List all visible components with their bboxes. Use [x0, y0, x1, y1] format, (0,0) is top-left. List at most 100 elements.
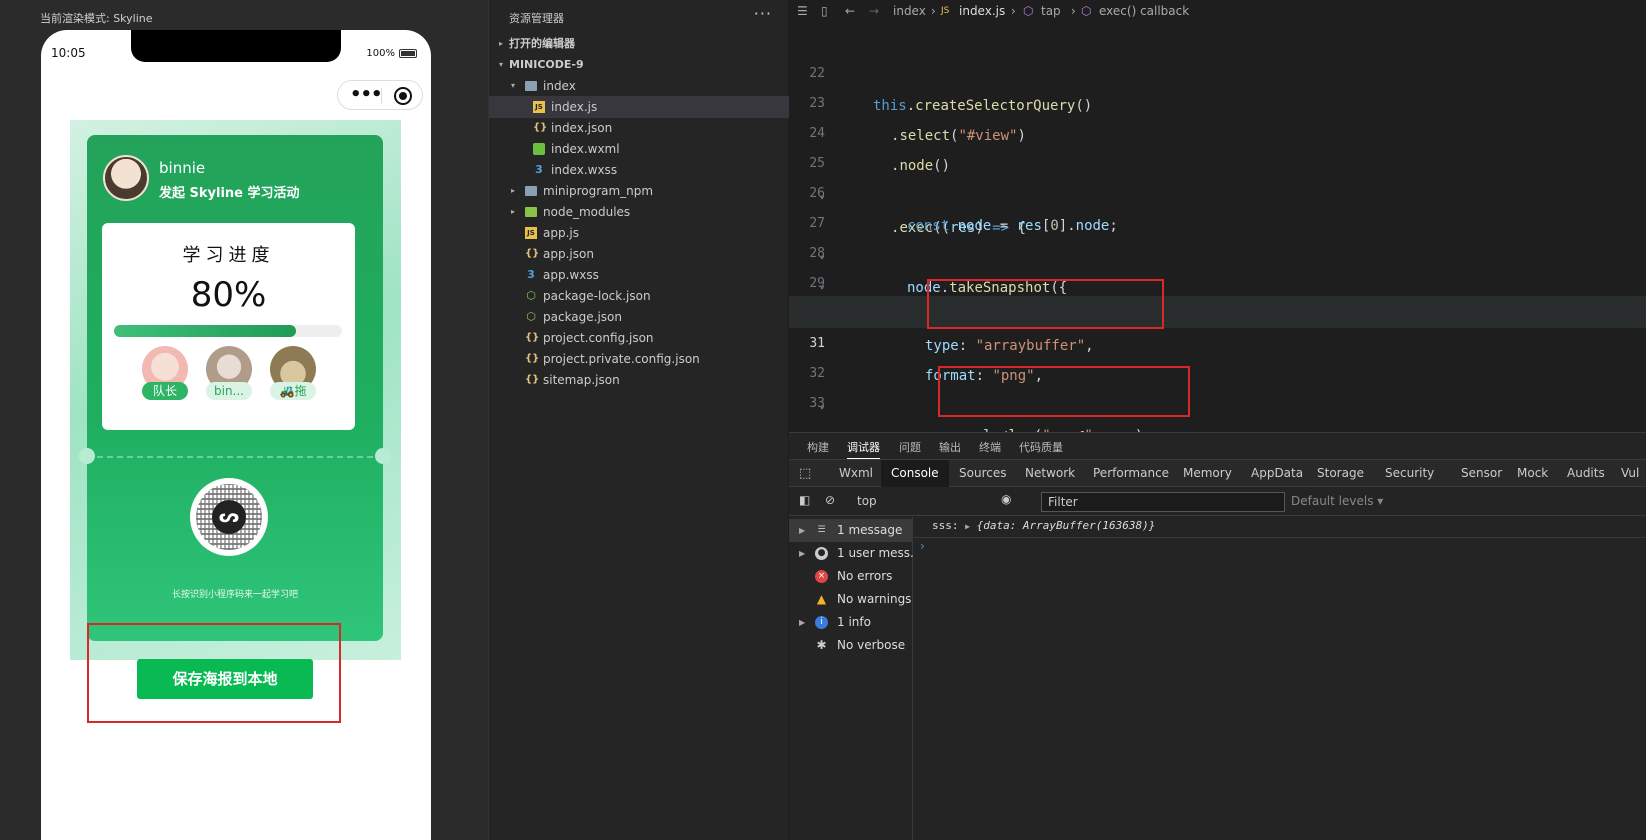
save-poster-button[interactable]: 保存海报到本地	[137, 659, 313, 699]
console-toolbar: ◧ ⊘ top ◉ Filter Default levels ▾	[789, 488, 1646, 516]
tree-item-app-json[interactable]: {} app.json	[489, 243, 789, 265]
forward-arrow-icon[interactable]: →	[869, 0, 879, 22]
console-output[interactable]: sss: ▶ {data: ArrayBuffer(163638)} ›	[914, 517, 1646, 840]
tree-item-index-json[interactable]: {} index.json	[489, 117, 789, 139]
tab-audits[interactable]: Audits	[1567, 466, 1605, 480]
method-icon: ⬡	[1023, 4, 1034, 18]
console-log-entry[interactable]: sss: ▶ {data: ArrayBuffer(163638)}	[932, 519, 1155, 532]
expand-triangle-icon[interactable]: ▶	[965, 522, 970, 531]
tree-item-index-wxss[interactable]: 3 index.wxss	[489, 159, 789, 181]
code-editor[interactable]: ☰ ▯ ← → index › JS index.js › ⬡ tap › ⬡ …	[789, 0, 1646, 446]
clear-console-icon[interactable]: ⊘	[825, 493, 835, 507]
breadcrumb-item[interactable]: exec() callback	[1099, 0, 1189, 22]
sidebar-item-label: No warnings	[837, 592, 912, 606]
tree-item-sitemap[interactable]: {} sitemap.json	[489, 369, 789, 391]
tab-output[interactable]: 输出	[939, 439, 961, 455]
close-target-icon[interactable]	[394, 87, 412, 105]
sidebar-item-warnings[interactable]: ▲ No warnings	[789, 588, 913, 611]
code-line: 27 ⌄ node.takeSnapshot({	[789, 176, 1646, 296]
sidebar-item-info[interactable]: ▶ i 1 info	[789, 611, 913, 634]
bottom-panel-tabs: 构建 调试器 问题 输出 终端 代码质量	[789, 433, 1646, 460]
bookmark-icon[interactable]: ▯	[821, 0, 828, 22]
tree-item-project-config[interactable]: {} project.config.json	[489, 327, 789, 349]
wxss-file-icon: 3	[527, 268, 535, 281]
context-selector[interactable]: top	[857, 494, 877, 508]
devtools-panel: 构建 调试器 问题 输出 终端 代码质量 ⬚ Wxml Console Sour…	[789, 432, 1646, 840]
tree-item-index-wxml[interactable]: index.wxml	[489, 138, 789, 160]
tree-item-index-js[interactable]: JS index.js	[489, 96, 789, 118]
breadcrumb: ☰ ▯ ← → index › JS index.js › ⬡ tap › ⬡ …	[789, 0, 1646, 22]
folder-icon	[525, 207, 537, 217]
list-icon[interactable]: ☰	[797, 0, 808, 22]
error-icon: ×	[815, 570, 828, 583]
code-line: 30 type: "arraybuffer",	[789, 266, 1646, 354]
log-object[interactable]: {data: ArrayBuffer(163638)}	[977, 519, 1156, 532]
filter-input[interactable]: Filter	[1041, 492, 1285, 512]
console-prompt-icon[interactable]: ›	[920, 539, 925, 553]
sidebar-item-user-messages[interactable]: ▶ ● 1 user mess...	[789, 542, 913, 565]
open-editors-section[interactable]: ▸ 打开的编辑器	[489, 33, 789, 55]
breadcrumb-item[interactable]: index.js	[959, 0, 1005, 22]
js-file-icon: JS	[525, 227, 537, 239]
log-levels-dropdown[interactable]: Default levels ▾	[1291, 494, 1383, 508]
tab-wxml[interactable]: Wxml	[839, 466, 873, 480]
tab-problems[interactable]: 问题	[899, 439, 921, 455]
tree-item-project-private-config[interactable]: {} project.private.config.json	[489, 348, 789, 370]
tab-security[interactable]: Security	[1385, 466, 1434, 480]
code-line: 33 console.log("sss:", res);	[789, 356, 1646, 444]
sidebar-item-verbose[interactable]: ✱ No verbose	[789, 634, 913, 657]
sidebar-item-messages[interactable]: ▶ ☰ 1 message	[789, 519, 913, 542]
tree-item-package-json[interactable]: ⬡ package.json	[489, 306, 789, 328]
tab-console[interactable]: Console	[881, 460, 949, 487]
js-file-icon: JS	[533, 101, 545, 113]
tree-item-app-wxss[interactable]: 3 app.wxss	[489, 264, 789, 286]
inspect-icon[interactable]: ⬚	[799, 466, 811, 481]
sidebar-item-label: 1 message	[837, 523, 903, 537]
back-arrow-icon[interactable]: ←	[845, 0, 855, 22]
divider	[914, 537, 1646, 538]
tree-item-label: index.wxml	[551, 142, 620, 156]
tab-storage[interactable]: Storage	[1317, 466, 1364, 480]
more-icon[interactable]: ···	[754, 4, 772, 23]
more-icon[interactable]: •••	[350, 86, 383, 104]
tree-item-miniprogram-npm[interactable]: ▸ miniprogram_npm	[489, 180, 789, 202]
progress-card: 学习进度 80% 队长 bin... 🚜拖	[102, 223, 355, 430]
status-time: 10:05	[51, 46, 86, 60]
tab-code-quality[interactable]: 代码质量	[1019, 439, 1063, 455]
breadcrumb-item[interactable]: tap	[1041, 0, 1061, 22]
tree-item-package-lock[interactable]: ⬡ package-lock.json	[489, 285, 789, 307]
tree-item-app-js[interactable]: JS app.js	[489, 222, 789, 244]
tree-item-label: miniprogram_npm	[543, 184, 654, 198]
code-line: 24 .node()	[789, 86, 1646, 174]
tab-memory[interactable]: Memory	[1183, 466, 1232, 480]
chevron-right-icon: ›	[1071, 4, 1076, 18]
tab-sensor[interactable]: Sensor	[1461, 466, 1502, 480]
tab-sources[interactable]: Sources	[959, 466, 1006, 480]
project-section[interactable]: ▾ MINICODE-9	[489, 54, 789, 76]
eye-icon[interactable]: ◉	[1001, 492, 1011, 506]
sidebar-toggle-icon[interactable]: ◧	[799, 493, 810, 507]
json-file-icon: {}	[533, 122, 548, 133]
package-icon: ⬡	[526, 310, 536, 323]
tree-item-label: project.private.config.json	[543, 352, 700, 366]
breadcrumb-item[interactable]: index	[893, 0, 926, 22]
tab-mock[interactable]: Mock	[1517, 466, 1548, 480]
tab-performance[interactable]: Performance	[1093, 466, 1169, 480]
poster-divider	[87, 456, 383, 458]
tab-vulnerability[interactable]: Vul	[1621, 466, 1639, 480]
tab-network[interactable]: Network	[1025, 466, 1075, 480]
user-subtitle: 发起 Skyline 学习活动	[159, 186, 300, 201]
package-icon: ⬡	[526, 289, 536, 302]
phone-notch	[131, 30, 341, 62]
tree-item-index[interactable]: ▾ index	[489, 75, 789, 97]
sidebar-item-errors[interactable]: × No errors	[789, 565, 913, 588]
tab-debugger[interactable]: 调试器	[847, 439, 880, 460]
tab-build[interactable]: 构建	[807, 439, 829, 455]
miniprogram-logo-icon: ᔕ	[212, 500, 246, 534]
tree-item-node-modules[interactable]: ▸ node_modules	[489, 201, 789, 223]
member-tag: 🚜拖	[270, 382, 316, 400]
tab-terminal[interactable]: 终端	[979, 439, 1001, 455]
tab-appdata[interactable]: AppData	[1251, 466, 1303, 480]
json-file-icon: {}	[525, 332, 540, 343]
progress-fill	[114, 325, 297, 337]
